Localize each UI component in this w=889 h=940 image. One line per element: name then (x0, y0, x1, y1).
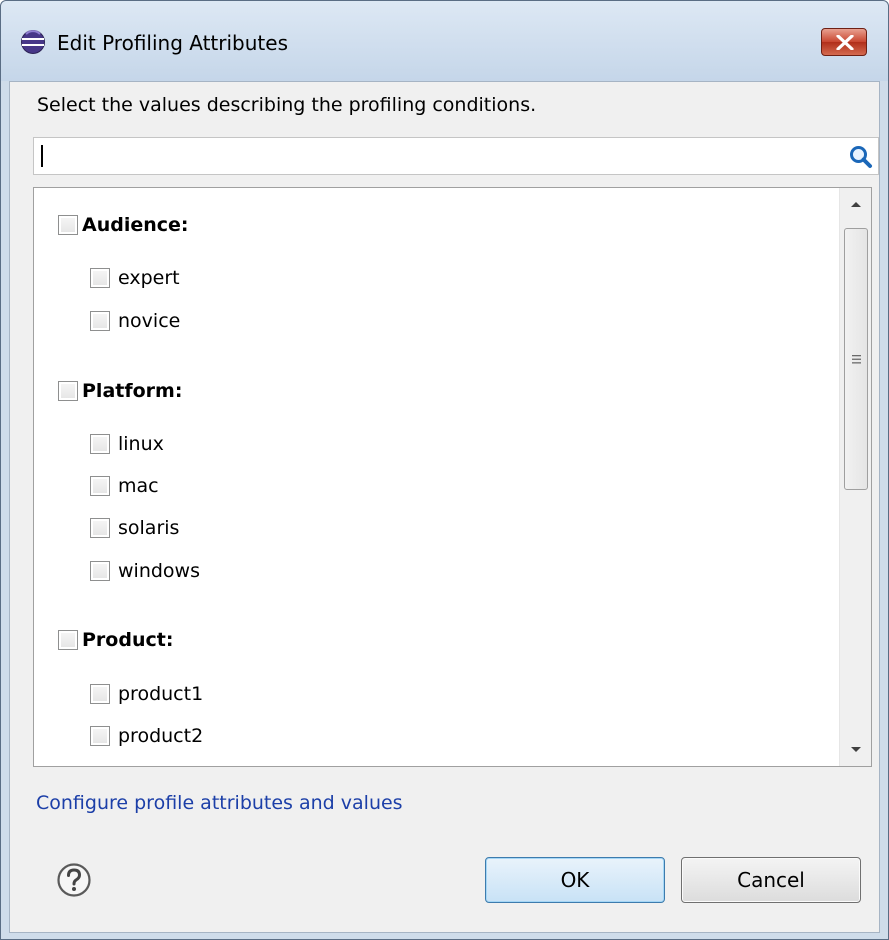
close-button[interactable] (821, 28, 867, 56)
help-icon[interactable] (56, 862, 92, 898)
grip-icon (852, 355, 861, 364)
product2-checkbox[interactable] (90, 726, 110, 746)
tree-group-audience[interactable]: Audience: (58, 210, 189, 240)
arrow-up-icon (851, 202, 861, 207)
item-label: expert (118, 267, 180, 289)
configure-attributes-link[interactable]: Configure profile attributes and values (36, 790, 403, 816)
windows-checkbox[interactable] (90, 561, 110, 581)
vertical-scrollbar[interactable] (839, 188, 871, 766)
profiling-values-tree[interactable]: Audience: expert novice Platform: linux … (33, 187, 872, 767)
tree-item-windows[interactable]: windows (90, 556, 200, 586)
tree-item-solaris[interactable]: solaris (90, 513, 179, 543)
text-cursor (41, 145, 43, 167)
tree-item-novice[interactable]: novice (90, 306, 180, 336)
novice-checkbox[interactable] (90, 311, 110, 331)
scroll-down-button[interactable] (840, 734, 871, 766)
tree-item-linux[interactable]: linux (90, 429, 164, 459)
expert-checkbox[interactable] (90, 268, 110, 288)
eclipse-icon (21, 30, 45, 54)
close-icon (836, 35, 854, 50)
scroll-thumb[interactable] (844, 228, 868, 490)
tree-group-product[interactable]: Product: (58, 625, 173, 655)
group-label: Platform: (82, 380, 183, 402)
tree-item-mac[interactable]: mac (90, 471, 159, 501)
linux-checkbox[interactable] (90, 434, 110, 454)
dialog-window: Edit Profiling Attributes Select the val… (0, 0, 889, 940)
item-label: solaris (118, 517, 180, 539)
item-label: windows (118, 560, 200, 582)
platform-checkbox[interactable] (58, 381, 78, 401)
item-label: product1 (118, 683, 204, 705)
item-label: linux (118, 433, 164, 455)
group-label: Product: (82, 629, 174, 651)
filter-field[interactable] (33, 137, 879, 175)
audience-checkbox[interactable] (58, 215, 78, 235)
tree-item-expert[interactable]: expert (90, 263, 180, 293)
description-text: Select the values describing the profili… (37, 94, 537, 116)
search-icon[interactable] (848, 144, 874, 170)
search-input[interactable] (38, 140, 838, 172)
dialog-body: Select the values describing the profili… (9, 81, 880, 933)
ok-button[interactable]: OK (485, 857, 665, 903)
title-bar[interactable]: Edit Profiling Attributes (1, 1, 888, 81)
tree-item-product1[interactable]: product1 (90, 679, 203, 709)
group-label: Audience: (82, 214, 189, 236)
product1-checkbox[interactable] (90, 684, 110, 704)
item-label: mac (118, 475, 159, 497)
cancel-button[interactable]: Cancel (681, 857, 861, 903)
arrow-down-icon (851, 747, 861, 752)
scroll-up-button[interactable] (840, 188, 871, 220)
mac-checkbox[interactable] (90, 476, 110, 496)
product-checkbox[interactable] (58, 630, 78, 650)
item-label: product2 (118, 725, 204, 747)
item-label: novice (118, 310, 181, 332)
tree-group-platform[interactable]: Platform: (58, 376, 182, 406)
tree-item-product2[interactable]: product2 (90, 721, 203, 751)
solaris-checkbox[interactable] (90, 518, 110, 538)
window-title: Edit Profiling Attributes (57, 31, 288, 55)
